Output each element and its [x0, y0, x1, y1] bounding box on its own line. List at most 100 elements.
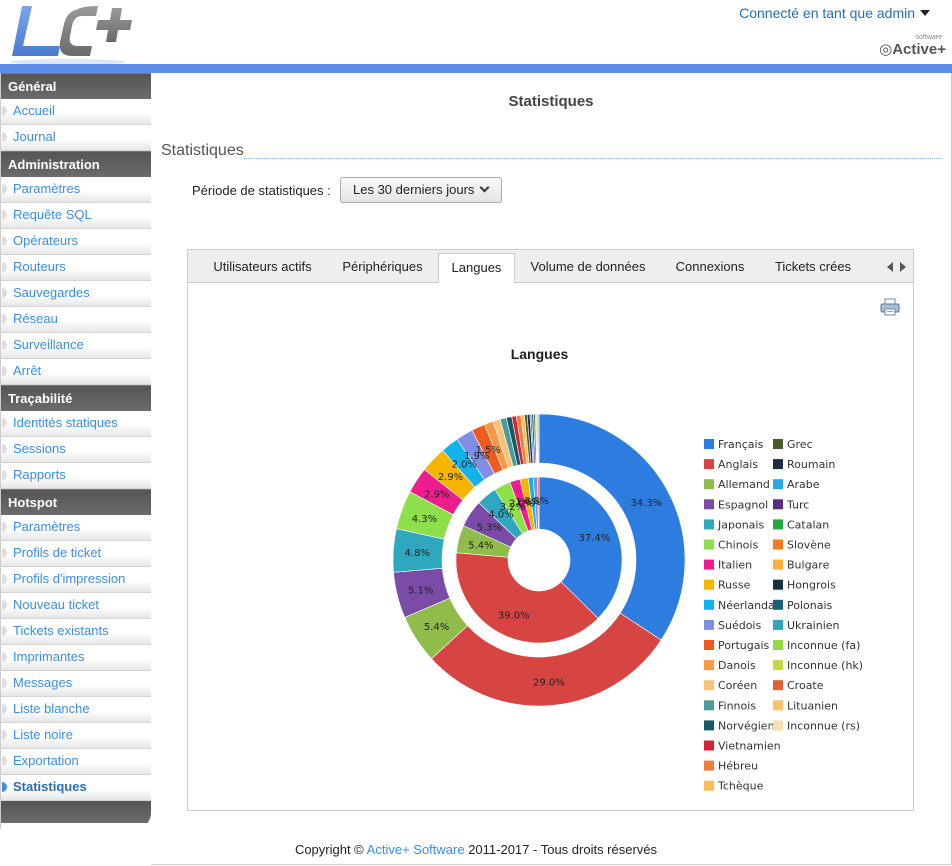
legend-swatch-3	[704, 499, 714, 510]
legend-swatch-8	[704, 599, 714, 610]
legend-swatch-25	[773, 579, 783, 590]
sidebar-section-administration: Administration	[1, 151, 151, 177]
outer-label-4: 4.8%	[405, 548, 430, 559]
period-select[interactable]: Les 30 derniers jours	[340, 177, 502, 203]
tab-tickets-crees[interactable]: Tickets crées	[763, 253, 863, 283]
outer-label-5: 4.3%	[412, 514, 437, 525]
user-menu[interactable]: Connecté en tant que admin	[739, 5, 930, 21]
outer-label-3: 5.1%	[408, 586, 433, 597]
legend-swatch-22	[773, 519, 783, 530]
legend-swatch-1	[704, 459, 714, 470]
sidebar-item-sauvegardes[interactable]: Sauvegardes	[1, 281, 151, 307]
sidebar-footer	[1, 801, 151, 823]
legend-swatch-26	[773, 599, 783, 610]
sidebar-item-identites-statiques[interactable]: Identités statiques	[1, 411, 151, 437]
inner-label-2: 5.4%	[468, 541, 493, 552]
legend-label-24: Bulgare	[787, 559, 830, 572]
sidebar-item-sessions[interactable]: Sessions	[1, 437, 151, 463]
legend-swatch-17	[704, 780, 714, 791]
legend-label-4: Japonais	[717, 518, 764, 531]
brand-icon: ◎	[879, 41, 893, 58]
legend-swatch-31	[773, 700, 783, 711]
legend-label-29: Inconnue (hk)	[787, 659, 863, 672]
user-menu-label: Connecté en tant que admin	[739, 5, 915, 21]
legend-swatch-29	[773, 660, 783, 671]
legend-label-10: Portugais	[718, 639, 770, 652]
legend-swatch-6	[704, 559, 714, 570]
sidebar-item-tickets-existants[interactable]: Tickets existants	[1, 619, 151, 645]
legend-swatch-2	[704, 479, 714, 490]
sidebar-item-liste-noire[interactable]: Liste noire	[1, 723, 151, 749]
legend-label-18: Grec	[787, 438, 813, 451]
sidebar-item-messages[interactable]: Messages	[1, 671, 151, 697]
legend-swatch-13	[704, 700, 714, 711]
period-select-value: Les 30 derniers jours	[353, 182, 475, 197]
tab-scroll-right-icon[interactable]	[900, 262, 906, 272]
legend-swatch-19	[773, 459, 783, 470]
outer-ring	[392, 413, 686, 707]
sidebar-item-hotspot-parametres[interactable]: Paramètres	[1, 515, 151, 541]
sidebar-section-general: Général	[1, 73, 151, 99]
legend-swatch-24	[773, 559, 783, 570]
outer-label-7: 2.9%	[438, 472, 463, 483]
sidebar-item-exportation[interactable]: Exportation	[1, 749, 151, 775]
sidebar-item-reseau[interactable]: Réseau	[1, 307, 151, 333]
sidebar-item-operateurs[interactable]: Opérateurs	[1, 229, 151, 255]
tab-connexions[interactable]: Connexions	[664, 253, 756, 283]
outer-label-10: 1.5%	[475, 445, 500, 456]
sidebar-item-nouveau-ticket[interactable]: Nouveau ticket	[1, 593, 151, 619]
legend-label-22: Catalan	[787, 518, 829, 531]
sidebar-item-routeurs[interactable]: Routeurs	[1, 255, 151, 281]
tab-peripheriques[interactable]: Périphériques	[330, 253, 435, 283]
outer-label-1: 29.0%	[533, 678, 565, 689]
caret-down-icon	[920, 10, 930, 16]
legend-swatch-10	[704, 640, 714, 650]
sidebar-item-profils-impression[interactable]: Profils d'impression	[1, 567, 151, 593]
sidebar-item-arret[interactable]: Arrêt	[1, 359, 151, 385]
legend-label-5: Chinois	[718, 539, 758, 552]
legend-label-14: Norvégien	[718, 719, 775, 732]
legend-label-11: Danois	[718, 659, 756, 672]
sidebar-item-journal[interactable]: Journal	[1, 125, 151, 151]
legend-label-19: Roumain	[787, 458, 835, 471]
tab-utilisateurs-actifs[interactable]: Utilisateurs actifs	[200, 253, 325, 283]
tab-volume-de-donnees[interactable]: Volume de données	[521, 253, 655, 283]
legend-label-3: Espagnol	[718, 498, 768, 511]
legend-label-28: Inconnue (fa)	[787, 639, 860, 652]
sidebar-item-parametres[interactable]: Paramètres	[1, 177, 151, 203]
sidebar-item-surveillance[interactable]: Surveillance	[1, 333, 151, 359]
sidebar-item-requete-sql[interactable]: Requête SQL	[1, 203, 151, 229]
footer-suffix: 2011-2017 - Tous droits réservés	[464, 842, 658, 857]
legend-swatch-20	[773, 479, 783, 490]
sidebar-item-accueil[interactable]: Accueil	[1, 99, 151, 125]
sidebar-item-rapports[interactable]: Rapports	[1, 463, 151, 489]
legend-swatch-23	[773, 539, 783, 550]
legend-label-9: Suédois	[718, 619, 761, 632]
tab-strip: Utilisateurs actifs Périphériques Langue…	[188, 250, 913, 284]
chevron-down-icon	[479, 182, 490, 193]
legend-label-20: Arabe	[787, 478, 820, 491]
sidebar-section-hotspot: Hotspot	[1, 489, 151, 515]
sidebar-item-imprimantes[interactable]: Imprimantes	[1, 645, 151, 671]
tab-scroll-left-icon[interactable]	[887, 262, 893, 272]
inner-label-9: 0.8%	[524, 496, 549, 507]
outer-label-6: 2.9%	[424, 489, 449, 500]
languages-chart: 34.3%29.0%5.4%5.1%4.8%4.3%2.9%2.9%2.0%1.…	[392, 413, 863, 793]
legend-swatch-28	[773, 640, 783, 650]
section-divider	[244, 158, 941, 159]
footer-link[interactable]: Active+ Software	[367, 842, 465, 857]
legend-label-32: Inconnue (rs)	[787, 719, 860, 732]
inner-label-1: 39.0%	[498, 610, 530, 621]
sidebar-item-liste-blanche[interactable]: Liste blanche	[1, 697, 151, 723]
legend-swatch-14	[704, 720, 714, 731]
sidebar-item-profils-de-ticket[interactable]: Profils de ticket	[1, 541, 151, 567]
footer: Copyright © Active+ Software 2011-2017 -…	[151, 842, 801, 857]
legend-label-23: Slovène	[787, 539, 831, 552]
sidebar-item-statistiques[interactable]: Statistiques	[1, 775, 151, 801]
legend-label-30: Croate	[787, 679, 824, 692]
legend-label-31: Lituanien	[787, 699, 838, 712]
legend-swatch-4	[704, 519, 714, 530]
tab-langues[interactable]: Langues	[438, 253, 515, 284]
legend-swatch-11	[704, 660, 714, 671]
legend-swatch-27	[773, 619, 783, 630]
